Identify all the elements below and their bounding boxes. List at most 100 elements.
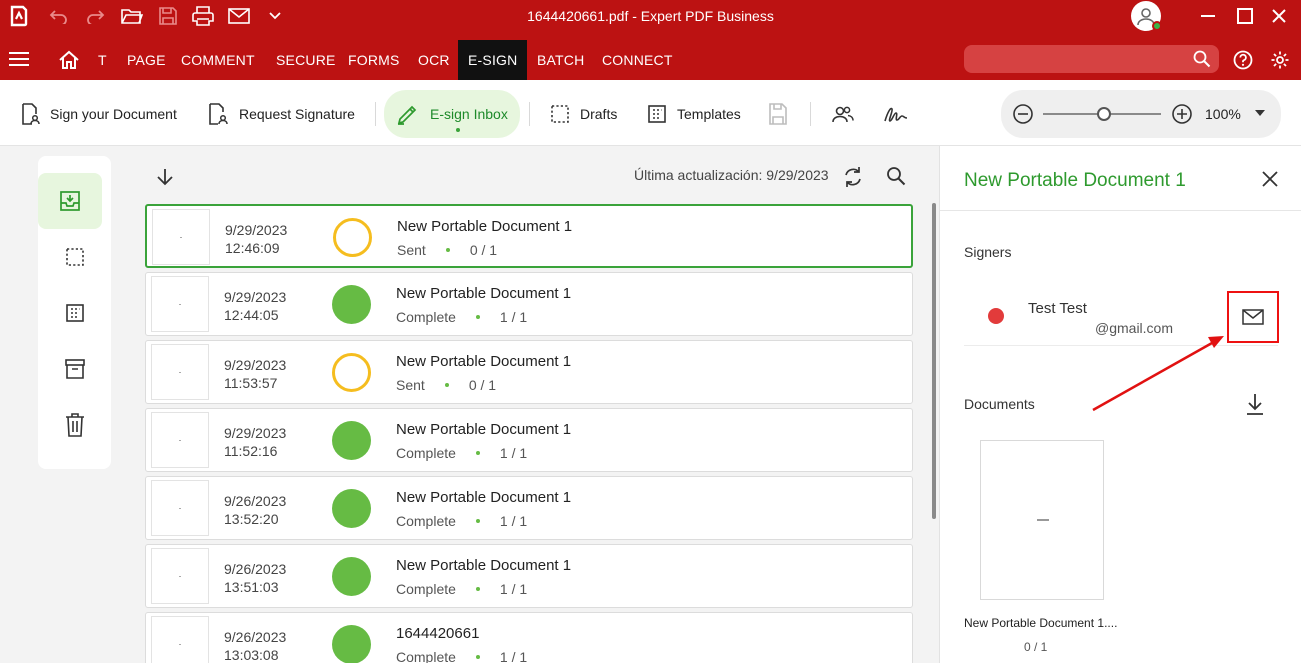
table-row[interactable]: 9/26/2023 13:52:20 New Portable Document 1…	[145, 476, 913, 540]
menu-tab-forms[interactable]: FORMS	[348, 40, 400, 80]
row-thumbnail	[151, 616, 209, 663]
undo-icon[interactable]	[46, 0, 72, 32]
row-document-name: New Portable Document 1	[396, 421, 572, 438]
envelope-icon	[1242, 309, 1264, 325]
menu-tab-comment[interactable]: COMMENT	[181, 40, 255, 80]
redo-icon[interactable]	[82, 0, 108, 32]
table-row[interactable]: 9/26/2023 13:03:08 1644420661 Complete 1 / 1	[145, 612, 913, 663]
signer-name: Test Test	[1028, 300, 1087, 317]
sort-down-arrow-icon[interactable]	[156, 167, 174, 187]
row-time: 11:52:16	[224, 443, 278, 459]
menu-tab-connect[interactable]: CONNECT	[602, 40, 673, 80]
close-window-icon[interactable]	[1261, 0, 1297, 32]
e-sign-toolbar: Sign your Document Request Signature E-s…	[0, 80, 1301, 146]
zoom-slider-handle[interactable]	[1097, 107, 1111, 121]
row-datetime: 9/29/2023 11:53:57	[224, 356, 286, 392]
status-circle-icon	[332, 625, 371, 663]
send-reminder-email-button[interactable]	[1227, 291, 1279, 343]
drafts-button[interactable]: Drafts	[550, 98, 617, 130]
list-scrollbar[interactable]	[932, 203, 936, 519]
separator-dot	[475, 519, 480, 523]
signer-email: @gmail.com	[1095, 320, 1174, 336]
table-row[interactable]: 9/29/2023 12:44:05 New Portable Document 1…	[145, 272, 913, 336]
row-signature-count: 0 / 1	[469, 242, 498, 258]
help-icon[interactable]	[1233, 50, 1253, 70]
row-signature-count: 1 / 1	[499, 513, 528, 529]
refresh-icon[interactable]	[843, 166, 863, 188]
row-thumbnail	[151, 480, 209, 536]
table-row[interactable]: 9/29/2023 12:46:09 New Portable Document 1…	[145, 204, 913, 268]
row-document-name: New Portable Document 1	[397, 218, 573, 235]
menu-tab-ocr[interactable]: OCR	[418, 40, 450, 80]
status-circle-icon	[332, 557, 371, 596]
sign-your-document-button[interactable]: Sign your Document	[20, 98, 177, 130]
contacts-icon[interactable]	[832, 98, 854, 130]
document-thumbnail[interactable]	[980, 440, 1104, 600]
row-signature-count: 1 / 1	[499, 309, 528, 325]
save-icon[interactable]	[155, 0, 181, 32]
open-folder-icon[interactable]	[119, 0, 145, 32]
documents-label: Documents	[964, 396, 1035, 412]
sign-document-icon	[20, 103, 40, 125]
status-circle-icon	[332, 353, 371, 392]
row-time: 11:53:57	[224, 375, 278, 391]
row-date: 9/29/2023	[225, 222, 288, 238]
settings-gear-icon[interactable]	[1270, 50, 1290, 70]
row-meta: Complete 1 / 1	[396, 513, 527, 529]
row-datetime: 9/26/2023 13:52:20	[224, 492, 286, 528]
menu-tab-batch[interactable]: BATCH	[537, 40, 584, 80]
zoom-in-icon[interactable]	[1171, 103, 1193, 125]
separator-dot	[475, 587, 480, 591]
home-icon[interactable]	[58, 50, 80, 70]
table-row[interactable]: 9/29/2023 11:52:16 New Portable Document 1…	[145, 408, 913, 472]
separator-dot	[445, 248, 450, 252]
hamburger-menu-icon[interactable]	[9, 51, 29, 69]
rail-archive[interactable]	[38, 341, 111, 397]
status-circle-icon	[332, 489, 371, 528]
templates-button[interactable]: Templates	[647, 98, 741, 130]
zoom-dropdown-chevron-icon[interactable]	[1255, 110, 1265, 116]
maximize-icon[interactable]	[1227, 0, 1263, 32]
customize-chevron-down-icon[interactable]	[262, 0, 288, 32]
document-signature-count: 0 / 1	[1024, 640, 1048, 654]
active-indicator-dot	[455, 128, 460, 132]
table-row[interactable]: 9/26/2023 13:51:03 New Portable Document 1…	[145, 544, 913, 608]
table-row[interactable]: 9/29/2023 11:53:57 New Portable Document 1…	[145, 340, 913, 404]
row-time: 13:52:20	[224, 511, 279, 527]
search-list-icon[interactable]	[886, 166, 906, 186]
download-icon[interactable]	[1245, 392, 1265, 416]
row-date: 9/26/2023	[224, 561, 287, 577]
rail-drafts[interactable]	[38, 229, 111, 285]
request-signature-button[interactable]: Request Signature	[207, 98, 355, 130]
menu-search-input[interactable]	[964, 45, 1219, 73]
row-meta: Complete 1 / 1	[396, 649, 527, 663]
menu-tab-e-sign[interactable]: E-SIGN	[458, 40, 528, 80]
e-sign-left-rail	[38, 156, 111, 469]
user-avatar[interactable]	[1131, 1, 1162, 31]
row-document-name: New Portable Document 1	[396, 285, 572, 302]
row-datetime: 9/29/2023 12:44:05	[224, 288, 286, 324]
row-thumbnail	[152, 209, 210, 265]
rail-trash[interactable]	[38, 397, 111, 453]
request-signature-label: Request Signature	[239, 106, 355, 122]
templates-icon	[647, 104, 667, 124]
e-sign-inbox-button[interactable]: E-sign Inbox	[384, 90, 520, 138]
menu-tab-page[interactable]: PAGE	[127, 40, 166, 80]
row-document-name: New Portable Document 1	[396, 557, 572, 574]
rail-inbox[interactable]	[38, 173, 102, 229]
last-update-text: Última actualización: 9/29/2023	[634, 167, 829, 183]
row-meta: Complete 1 / 1	[396, 445, 527, 461]
print-icon[interactable]	[190, 0, 216, 32]
rail-templates[interactable]	[38, 285, 111, 341]
signature-icon[interactable]	[883, 98, 909, 130]
minimize-icon[interactable]	[1190, 0, 1226, 32]
menu-tab-secure[interactable]: SECURE	[276, 40, 336, 80]
close-panel-icon[interactable]	[1261, 170, 1279, 188]
row-datetime: 9/26/2023 13:03:08	[224, 628, 286, 663]
email-icon[interactable]	[226, 0, 252, 32]
menu-tab-t[interactable]: T	[98, 40, 107, 80]
save-template-icon[interactable]	[768, 98, 788, 130]
row-status: Complete	[396, 649, 456, 663]
row-time: 13:51:03	[224, 579, 279, 595]
zoom-out-icon[interactable]	[1012, 103, 1034, 125]
